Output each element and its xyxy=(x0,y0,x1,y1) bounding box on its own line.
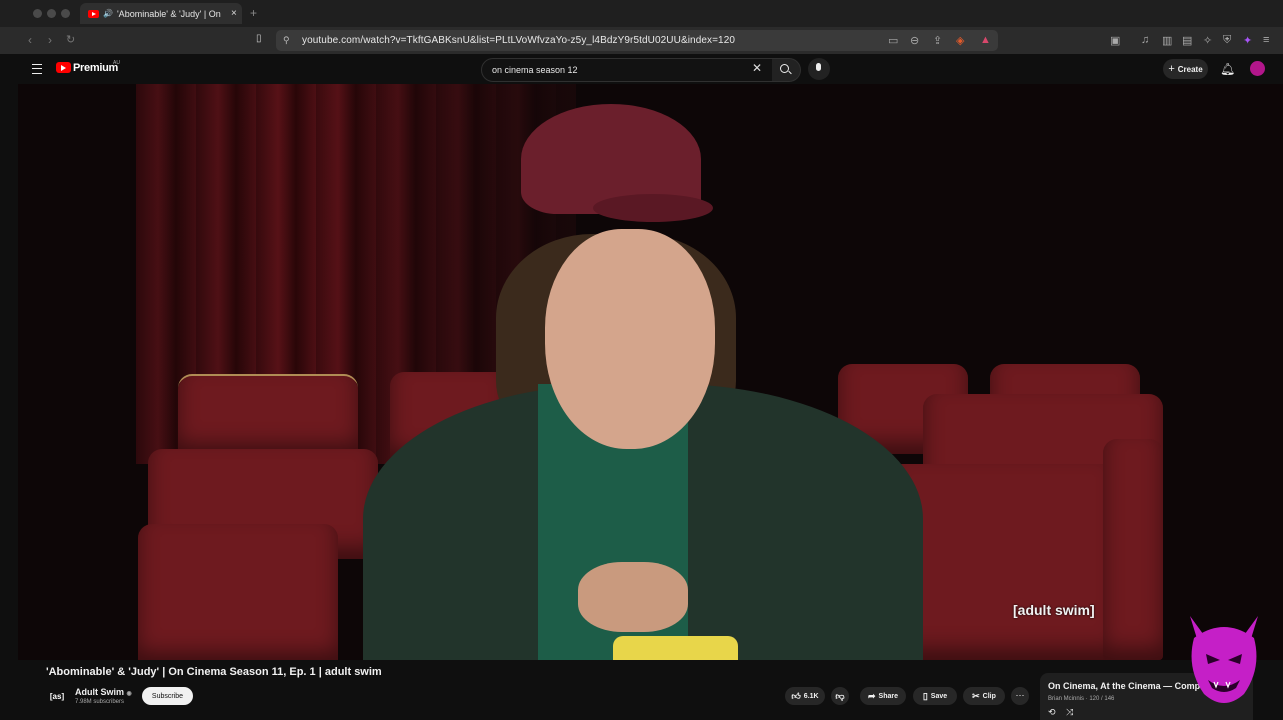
video-title: 'Abominable' & 'Judy' | On Cinema Season… xyxy=(46,666,382,678)
create-label: Create xyxy=(1177,64,1203,74)
panel-icon[interactable]: ▥ xyxy=(1162,34,1172,47)
clip-button[interactable]: ✂ Clip xyxy=(963,687,1005,705)
back-icon[interactable]: ‹ xyxy=(28,33,32,47)
browser-tab[interactable]: 🔊 'Abominable' & 'Judy' | On × xyxy=(80,3,242,24)
bookmark-icon[interactable]: ▯ xyxy=(256,33,262,44)
like-icon: 👍︎ xyxy=(791,690,801,701)
dislike-icon: 👎︎ xyxy=(835,690,845,701)
site-info-icon[interactable]: ⚲ xyxy=(283,35,290,46)
cast-icon[interactable]: ▭ xyxy=(888,34,898,47)
loop-icon[interactable]: ⟲ xyxy=(1048,707,1056,717)
menu-icon[interactable] xyxy=(32,64,42,74)
extension-icon[interactable]: ✧ xyxy=(1203,34,1212,47)
clear-icon[interactable]: ✕ xyxy=(752,61,762,75)
clip-label: Clip xyxy=(982,692,996,700)
plus-icon: + xyxy=(1168,63,1175,75)
tab-close-button[interactable]: × xyxy=(231,8,237,19)
person-cap-brim xyxy=(593,194,713,222)
region-code: AU xyxy=(113,60,120,66)
brave-shield-icon[interactable]: ◈ xyxy=(956,34,964,47)
forward-icon[interactable]: › xyxy=(48,33,52,47)
search-button[interactable] xyxy=(772,58,801,82)
theater-seat xyxy=(1103,439,1163,660)
avatar-icon[interactable] xyxy=(1250,61,1265,76)
logo-text[interactable]: Premium xyxy=(73,62,118,74)
search-icon xyxy=(780,64,789,73)
browser-chrome: 🔊 'Abominable' & 'Judy' | On × + ‹ › ↻ ▯… xyxy=(0,0,1283,54)
search-input[interactable]: on cinema season 12 xyxy=(481,58,773,82)
zoom-icon[interactable]: ⊖ xyxy=(910,34,919,47)
sidebar-icon[interactable]: ▣ xyxy=(1110,34,1120,47)
share-label: Share xyxy=(878,692,898,700)
like-count: 6.1K xyxy=(803,692,819,700)
dislike-button[interactable]: 👎︎ xyxy=(831,687,849,705)
bell-icon[interactable]: 🔔︎ xyxy=(1220,62,1235,76)
theater-seat xyxy=(138,524,338,660)
youtube-favicon-icon xyxy=(88,9,99,18)
save-icon: ▯ xyxy=(922,690,928,701)
search-value: on cinema season 12 xyxy=(492,65,578,75)
person-hand xyxy=(578,562,688,632)
window-zoom-dot[interactable] xyxy=(61,9,70,18)
wallet-icon[interactable]: ▤ xyxy=(1182,34,1192,47)
new-tab-button[interactable]: + xyxy=(250,6,257,20)
window-close-dot[interactable] xyxy=(33,9,42,18)
devil-mascot-icon xyxy=(1190,616,1258,703)
channel-name-text: Adult Swim xyxy=(75,687,124,697)
window-minimize-dot[interactable] xyxy=(47,9,56,18)
share-icon[interactable]: ⇪ xyxy=(933,34,942,47)
browser-menu-icon[interactable]: ≡ xyxy=(1263,34,1269,46)
vpn-shield-icon[interactable]: ⛨ xyxy=(1223,34,1231,47)
video-player[interactable]: [adult swim] xyxy=(18,84,1283,660)
share-button[interactable]: ➦ Share xyxy=(860,687,906,705)
youtube-header: Premium AU on cinema season 12 ✕ + Creat… xyxy=(18,54,1283,84)
verified-icon: ◉ xyxy=(126,691,132,697)
url-text: youtube.com/watch?v=TkftGABKsnU&list=PLt… xyxy=(302,35,736,46)
share-arrow-icon: ➦ xyxy=(867,690,876,701)
theater-seat xyxy=(178,376,358,456)
like-button[interactable]: 👍︎ 6.1K xyxy=(785,687,825,705)
shuffle-icon[interactable]: ⤨ xyxy=(1066,707,1073,717)
channel-name[interactable]: Adult Swim ◉ xyxy=(75,687,132,697)
channel-avatar[interactable]: [as] xyxy=(46,687,68,705)
subscriber-count: 7.98M subscribers xyxy=(75,699,125,705)
playlist-subtitle: Brian Mcinnis · 120 / 146 xyxy=(1048,696,1115,702)
scissors-icon: ✂ xyxy=(972,690,980,701)
popcorn-cup xyxy=(613,636,738,660)
speaker-icon[interactable]: 🔊 xyxy=(103,9,113,18)
music-icon[interactable]: ♫ xyxy=(1141,34,1149,46)
tab-strip: 🔊 'Abominable' & 'Judy' | On × + xyxy=(0,0,1283,27)
create-button[interactable]: + Create xyxy=(1163,59,1208,79)
reload-icon[interactable]: ↻ xyxy=(66,33,75,46)
more-actions-button[interactable]: ⋯ xyxy=(1011,687,1029,705)
save-label: Save xyxy=(930,692,948,700)
leo-ai-icon[interactable]: ✦ xyxy=(1243,34,1252,47)
save-button[interactable]: ▯ Save xyxy=(913,687,957,705)
playlist-controls: ⟲ ⤨ xyxy=(1048,707,1073,718)
person-face xyxy=(545,229,715,449)
tab-title: 'Abominable' & 'Judy' | On xyxy=(116,8,221,19)
channel-watermark: [adult swim] xyxy=(1013,602,1095,618)
mic-icon[interactable] xyxy=(808,58,830,80)
rewards-icon[interactable]: ▲ xyxy=(980,34,991,46)
browser-toolbar: ‹ › ↻ ▯ ⚲ youtube.com/watch?v=TkftGABKsn… xyxy=(0,27,1283,54)
subscribe-button[interactable]: Subscribe xyxy=(142,687,193,705)
youtube-logo-icon[interactable] xyxy=(56,62,71,73)
